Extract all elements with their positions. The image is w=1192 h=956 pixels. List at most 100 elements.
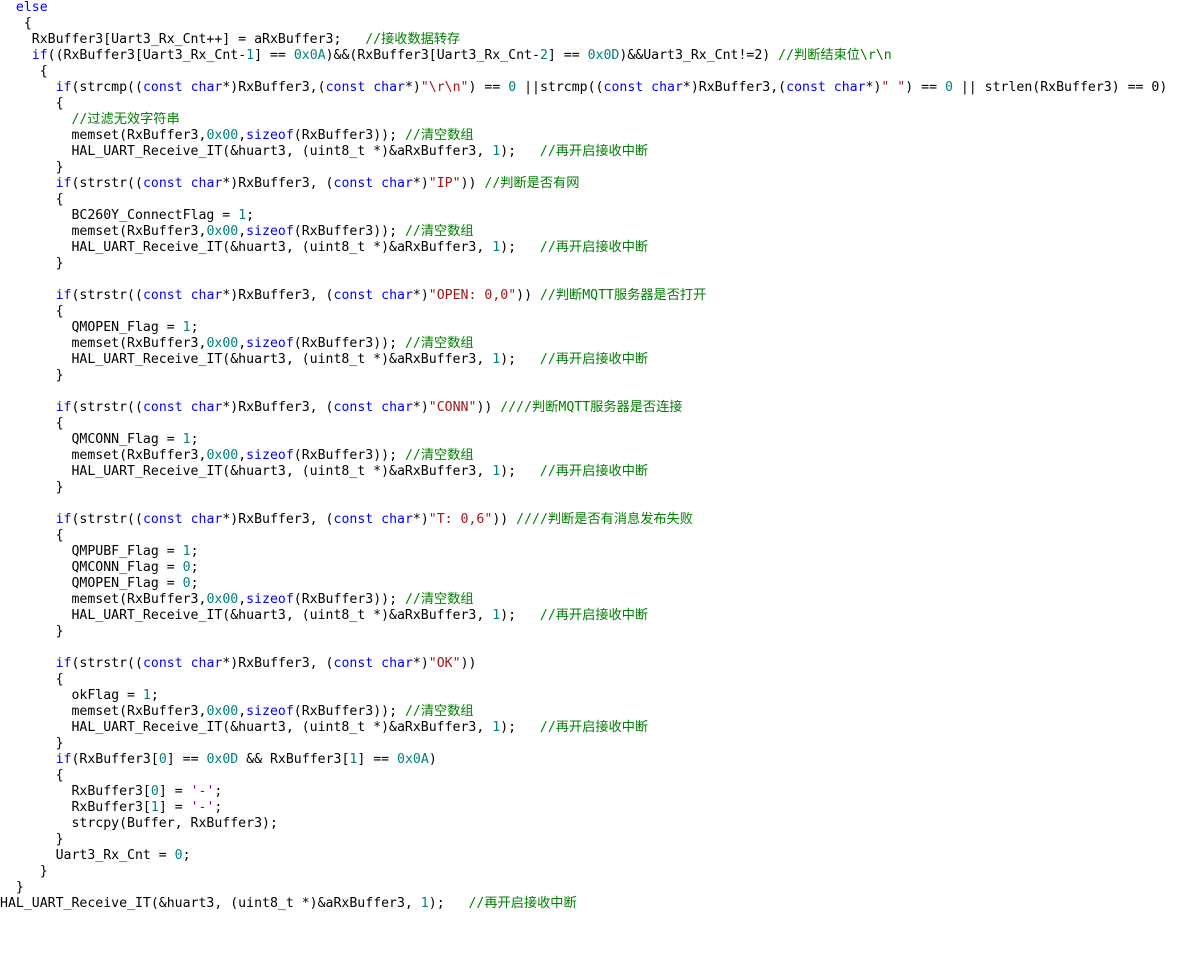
code-token: HAL_UART_Receive_IT(&huart3, (uint8_t *)… [0,352,493,367]
code-token: ); [500,608,540,623]
code-token: ); [500,240,540,255]
code-line: { [0,416,64,432]
code-line: HAL_UART_Receive_IT(&huart3, (uint8_t *)… [0,144,648,160]
code-line: memset(RxBuffer3,0x00,sizeof(RxBuffer3))… [0,448,473,464]
code-token: )) [516,288,540,303]
code-line: { [0,672,64,688]
code-token: (strstr(( [71,656,143,671]
code-editor[interactable]: else { RxBuffer3[Uart3_Rx_Cnt++] = aRxBu… [0,0,1192,956]
code-line: HAL_UART_Receive_IT(&huart3, (uint8_t *)… [0,720,648,736]
code-token: } [0,160,64,175]
code-token: ); [500,464,540,479]
code-token: ) [428,752,437,767]
code-token: )) [492,512,517,527]
code-token: (strstr(( [71,176,143,191]
code-token: , [238,704,247,719]
code-token: , [238,224,247,239]
code-token: (RxBuffer3)); [293,128,405,143]
comment-token: //清空数组 [404,128,474,143]
code-token: )) [476,400,501,415]
code-token: HAL_UART_Receive_IT(&huart3, (uint8_t *)… [0,608,493,623]
code-line: } [0,832,64,848]
code-line: HAL_UART_Receive_IT(&huart3, (uint8_t *)… [0,896,577,912]
code-token: ; [190,576,199,591]
comment-token: //判断MQTT服务器是否打开 [539,288,707,303]
comment-token: //过滤无效字符串 [71,112,180,127]
code-token: (strstr(( [71,288,143,303]
code-line: if(strstr((const char*)RxBuffer3, (const… [0,288,707,304]
number-token: 0x00 [206,592,239,607]
code-line: if(RxBuffer3[0] == 0x0D && RxBuffer3[1] … [0,752,437,768]
code-token: ; [214,784,223,799]
code-token: ] == [357,752,398,767]
code-token: { [0,768,64,783]
code-token: , [238,448,247,463]
keyword-token: const char [333,512,413,527]
code-token: ; [190,560,199,575]
string-token: "CONN" [428,400,477,415]
code-token: } [0,864,48,879]
code-token: ((RxBuffer3[Uart3_Rx_Cnt- [47,48,247,63]
code-token: QMCONN_Flag = [0,432,183,447]
code-token: (RxBuffer3)); [293,336,405,351]
keyword-token: const char [333,288,413,303]
comment-token: //再开启接收中断 [539,720,649,735]
keyword-token: const char [333,176,413,191]
code-token: ] = [158,784,191,799]
code-token: (strstr(( [71,512,143,527]
code-token: )) [460,656,477,671]
code-token: QMCONN_Flag = [0,560,183,575]
code-token: QMPUBF_Flag = [0,544,183,559]
code-line: //过滤无效字符串 [0,112,180,128]
code-line: QMCONN_Flag = 1; [0,432,198,448]
keyword-token: if [55,80,72,95]
code-line: strcpy(Buffer, RxBuffer3); [0,816,277,832]
keyword-token: const char [142,656,223,671]
comment-token: //清空数组 [404,704,474,719]
code-token: ) == [468,80,509,95]
code-token: memset(RxBuffer3, [0,224,207,239]
number-token: 0 [174,848,183,863]
number-token: 2 [539,48,548,63]
code-line: if((RxBuffer3[Uart3_Rx_Cnt-1] == 0x0A)&&… [0,48,892,64]
comment-token: //接收数据转存 [365,32,461,47]
comment-token: //再开启接收中断 [539,464,649,479]
code-line: { [0,64,48,80]
code-token: )) [460,176,485,191]
keyword-token: const char [142,512,223,527]
keyword-token: sizeof [246,336,294,351]
code-token: *)RxBuffer3,( [222,80,326,95]
keyword-token: if [55,288,72,303]
code-token: { [0,96,64,111]
keyword-token: const char [325,80,405,95]
string-token: "T: 0,6" [428,512,493,527]
code-line: RxBuffer3[Uart3_Rx_Cnt++] = aRxBuffer3; … [0,32,461,48]
code-line: if(strstr((const char*)RxBuffer3, (const… [0,400,683,416]
code-line: { [0,304,64,320]
code-token: Uart3_Rx_Cnt = [0,848,175,863]
keyword-token: if [55,176,72,191]
code-token: RxBuffer3[ [0,784,151,799]
comment-token: //判断是否有网 [484,176,580,191]
number-token: 0 [150,784,159,799]
string-token: "IP" [428,176,461,191]
code-line: } [0,160,64,176]
keyword-token: const char [142,400,223,415]
number-token: 1 [238,208,247,223]
comment-token: ////判断MQTT服务器是否连接 [500,400,683,415]
code-token: HAL_UART_Receive_IT(&huart3, (uint8_t *)… [0,720,493,735]
code-line: if(strstr((const char*)RxBuffer3, (const… [0,512,693,528]
number-token: 0x0D [206,752,239,767]
char-token: '-' [190,784,215,799]
number-token: 0x00 [206,704,239,719]
code-token: ||strcmp(( [516,80,604,95]
code-token: *) [412,400,429,415]
keyword-token: const char [603,80,683,95]
